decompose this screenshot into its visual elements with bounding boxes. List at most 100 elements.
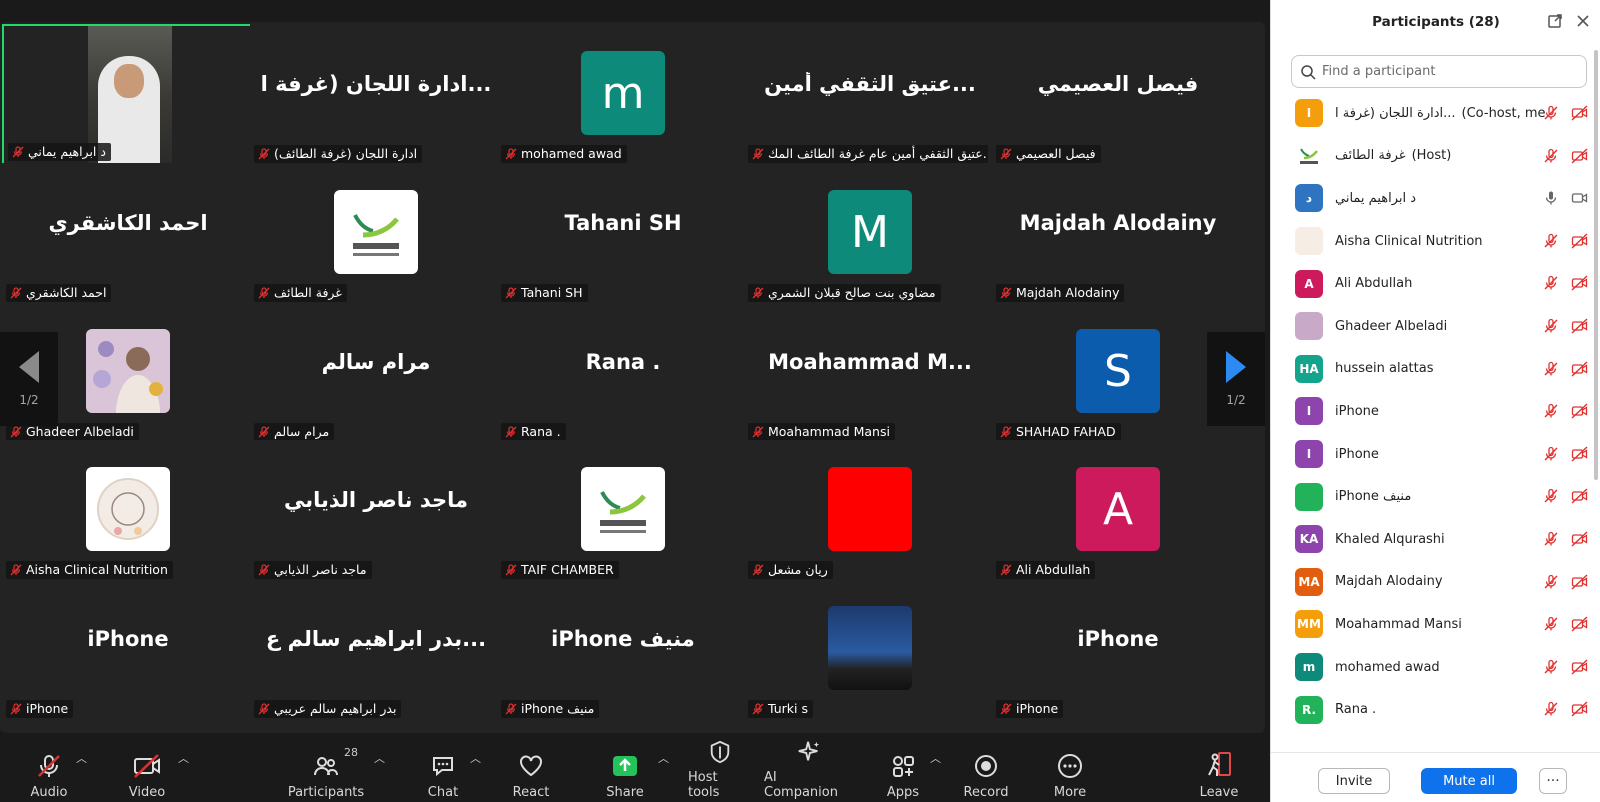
video-options-caret[interactable]: ︿ [178,750,189,766]
camera-icon[interactable] [1571,190,1589,206]
participant-row[interactable]: m mohamed awad [1271,646,1593,689]
video-tile[interactable]: ريان مشعل [744,440,996,581]
mic-icon[interactable] [1543,190,1559,206]
leave-button[interactable]: Leave [1196,740,1242,802]
next-page-button[interactable]: 1/2 [1207,332,1265,426]
camera-off-icon[interactable] [1571,701,1589,717]
apps-button[interactable]: Apps [880,740,926,802]
camera-off-icon[interactable] [1571,531,1589,547]
prev-page-button[interactable]: 1/2 [0,332,58,426]
react-button[interactable]: React [508,740,554,802]
video-tile[interactable]: مرام سالم مرام سالم [250,302,502,443]
mic-muted-icon[interactable] [1543,148,1559,164]
video-tile[interactable]: M مضاوي بنت صالح قبلان الشمري [744,163,996,304]
close-icon[interactable] [1575,13,1591,29]
video-tile[interactable]: بدر ابراهيم سالم ع... بدر ابراهيم سالم عر… [250,579,502,720]
mic-muted-icon[interactable] [1543,361,1559,377]
video-tile[interactable]: Rana . Rana . [497,302,749,443]
video-tile[interactable]: iPhone منيف iPhone منيف [497,579,749,720]
participant-row[interactable]: غرفة الطائف (Host) [1271,135,1593,178]
video-tile[interactable]: عتيق الثقفي أمين... عتيق الثقفي أمين عام … [744,24,996,165]
mic-muted-icon[interactable] [1543,574,1559,590]
page-indicator-left: 1/2 [19,393,39,407]
video-tile[interactable]: A Ali Abdullah [992,440,1244,581]
mic-muted-icon[interactable] [1543,105,1559,121]
mic-muted-icon[interactable] [1543,233,1559,249]
search-input[interactable] [1322,64,1572,79]
participant-row[interactable]: R. Rana . [1271,688,1593,731]
host-tools-button[interactable]: Host tools [688,740,752,802]
participant-row[interactable]: A Ali Abdullah [1271,262,1593,305]
video-tile[interactable]: ادارة اللجان (غرفة ا... ادارة اللجان (غرف… [250,24,502,165]
participant-name: ادارة اللجان (غرفة ا... (Co-host, me) [1335,106,1545,121]
audio-button[interactable]: Audio [26,740,72,802]
camera-off-icon[interactable] [1571,616,1589,632]
record-button[interactable]: Record [962,740,1010,802]
video-tile[interactable]: فيصل العصيمي فيصل العصيمي [992,24,1244,165]
camera-off-icon[interactable] [1571,488,1589,504]
mic-muted-icon[interactable] [1543,531,1559,547]
camera-off-icon[interactable] [1571,148,1589,164]
mic-muted-icon[interactable] [1543,446,1559,462]
mic-muted-icon[interactable] [1543,488,1559,504]
video-tile[interactable]: m mohamed awad [497,24,749,165]
camera-off-icon[interactable] [1571,275,1589,291]
participant-search[interactable] [1291,55,1587,88]
video-tile[interactable]: Aisha Clinical Nutrition [2,440,254,581]
video-tile[interactable]: Turki s [744,579,996,720]
participant-row[interactable]: HA hussein alattas [1271,348,1593,391]
video-tile[interactable]: Majdah Alodainy Majdah Alodainy [992,163,1244,304]
share-button[interactable]: Share [602,740,648,802]
participant-row[interactable]: د د ابراهيم يماني [1271,177,1593,220]
mic-muted-icon[interactable] [1543,659,1559,675]
apps-options-caret[interactable]: ︿ [930,750,941,766]
more-button[interactable]: More [1047,740,1093,802]
camera-off-icon[interactable] [1571,659,1589,675]
camera-off-icon[interactable] [1571,233,1589,249]
audio-options-caret[interactable]: ︿ [76,750,87,766]
participant-row[interactable]: iPhone منيف [1271,475,1593,518]
chat-button[interactable]: Chat [420,740,466,802]
mic-muted-icon[interactable] [1543,616,1559,632]
video-tile[interactable]: TAIF CHAMBER [497,440,749,581]
video-tile[interactable]: ماجد ناصر الذيابي ماجد ناصر الذيابي [250,440,502,581]
video-tile[interactable]: iPhone iPhone [992,579,1244,720]
participant-name: Majdah Alodainy [1335,574,1443,590]
mic-muted-icon[interactable] [1543,318,1559,334]
participant-row[interactable]: IiPhone [1271,433,1593,476]
participant-row[interactable]: MM Moahammad Mansi [1271,603,1593,646]
video-tile[interactable]: iPhone iPhone [2,579,254,720]
pop-out-icon[interactable] [1547,13,1563,29]
camera-off-icon[interactable] [1571,446,1589,462]
participant-row[interactable]: MA Majdah Alodainy [1271,561,1593,604]
video-tile[interactable]: د ابراهيم يماني [2,24,254,165]
mic-muted-icon [258,703,270,715]
video-button[interactable]: Video [124,740,170,802]
camera-off-icon[interactable] [1571,574,1589,590]
camera-off-icon[interactable] [1571,361,1589,377]
mic-muted-icon[interactable] [1543,701,1559,717]
participant-row[interactable]: I ادارة اللجان (غرفة ا... (Co-host, me) [1271,92,1593,135]
chat-options-caret[interactable]: ︿ [470,750,481,766]
invite-button[interactable]: Invite [1318,768,1390,794]
participants-options-caret[interactable]: ︿ [374,750,385,766]
participant-name: Aisha Clinical Nutrition [1335,233,1483,249]
ai-companion-button[interactable]: AI Companion [764,740,854,802]
mic-muted-icon[interactable] [1543,403,1559,419]
camera-off-icon[interactable] [1571,403,1589,419]
panel-more-button[interactable]: ··· [1539,768,1567,794]
video-tile[interactable]: غرفة الطائف [250,163,502,304]
share-options-caret[interactable]: ︿ [658,750,669,766]
participant-row[interactable]: Ghadeer Albeladi [1271,305,1593,348]
mute-all-button[interactable]: Mute all [1421,768,1517,794]
participant-row[interactable]: KA Khaled Alqurashi [1271,518,1593,561]
mic-muted-icon[interactable] [1543,275,1559,291]
camera-off-icon[interactable] [1571,318,1589,334]
participant-list-scrollbar[interactable] [1594,50,1598,480]
camera-off-icon[interactable] [1571,105,1589,121]
video-tile[interactable]: احمد الكاشقري احمد الكاشقري [2,163,254,304]
video-tile[interactable]: Tahani SH Tahani SH [497,163,749,304]
participant-row[interactable]: IiPhone [1271,390,1593,433]
participant-row[interactable]: Aisha Clinical Nutrition [1271,220,1593,263]
video-tile[interactable]: Moahammad M... Moahammad Mansi [744,302,996,443]
